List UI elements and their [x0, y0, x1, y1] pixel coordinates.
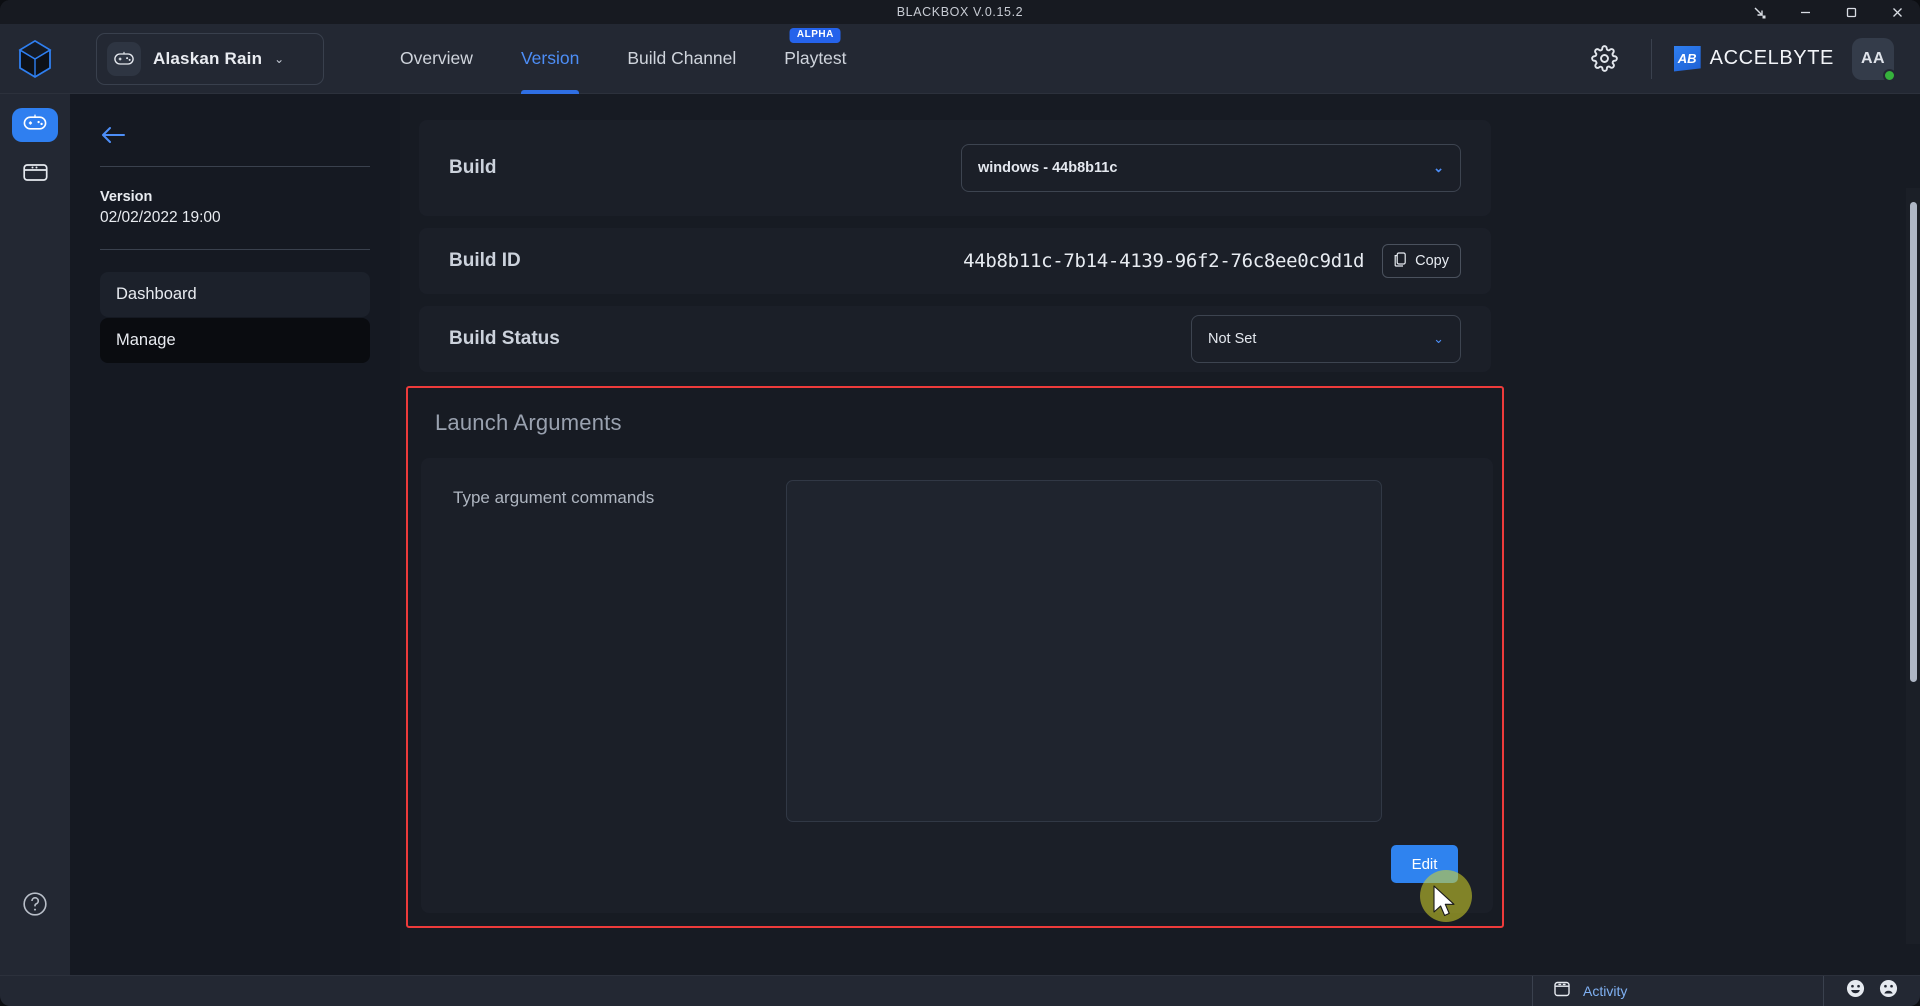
- app-window: BLACKBOX V.0.15.2 Alaskan Rain ⌄ Overvie…: [0, 0, 1920, 1006]
- copy-button[interactable]: Copy: [1382, 244, 1461, 278]
- sidebar-section-label: Version: [100, 189, 153, 205]
- happy-face-icon[interactable]: [1846, 979, 1865, 1003]
- panel-icon: [1553, 980, 1571, 1003]
- brand-logo: AB ACCELBYTE: [1673, 45, 1834, 72]
- tab-build-channel-label: Build Channel: [627, 48, 737, 68]
- chevron-down-icon: ⌄: [1433, 331, 1444, 346]
- accelbyte-mark-icon: AB: [1673, 45, 1701, 72]
- app-switcher[interactable]: Alaskan Rain ⌄: [96, 32, 324, 85]
- sidebar-divider-bottom: [100, 249, 370, 250]
- header-actions: AB ACCELBYTE AA: [1581, 24, 1920, 94]
- window-controls: [1736, 0, 1920, 24]
- restore-down-icon[interactable]: [1736, 0, 1782, 24]
- help-circle-icon: [22, 891, 48, 922]
- app-switcher-label: Alaskan Rain: [153, 48, 263, 68]
- header-divider: [1650, 38, 1652, 79]
- main-scrollbar[interactable]: [1906, 188, 1920, 944]
- copy-icon: [1394, 251, 1408, 271]
- status-feedback: [1824, 976, 1920, 1006]
- minimize-icon[interactable]: [1782, 0, 1828, 24]
- tab-overview[interactable]: Overview: [376, 24, 497, 94]
- maximize-icon[interactable]: [1828, 0, 1874, 24]
- sidebar-item-manage[interactable]: Manage: [100, 318, 370, 363]
- sidebar-menu: Dashboard Manage: [100, 272, 370, 363]
- build-id-card: Build ID 44b8b11c-7b14-4139-96f2-76c8ee0…: [419, 228, 1491, 294]
- tab-overview-label: Overview: [400, 48, 473, 68]
- status-bar: Activity: [0, 975, 1920, 1006]
- chevron-down-icon: ⌄: [1433, 160, 1444, 175]
- sidebar-section-value: 02/02/2022 19:00: [100, 209, 221, 226]
- build-id-value: 44b8b11c-7b14-4139-96f2-76c8ee0c9d1d: [963, 250, 1365, 272]
- sidebar-item-dashboard[interactable]: Dashboard: [100, 272, 370, 317]
- build-status-value: Not Set: [1208, 331, 1257, 347]
- sidebar-item-manage-label: Manage: [116, 331, 176, 349]
- main-scrollbar-thumb[interactable]: [1910, 202, 1917, 682]
- tab-build-channel[interactable]: Build Channel: [603, 24, 760, 94]
- close-icon[interactable]: [1874, 0, 1920, 24]
- launch-arguments-title: Launch Arguments: [435, 410, 622, 435]
- main-content: Build windows - 44b8b11c ⌄ Build ID 44b8…: [400, 94, 1920, 975]
- launch-arguments-field-label: Type argument commands: [453, 488, 655, 507]
- rail-item-builds[interactable]: [12, 158, 58, 192]
- build-card: Build windows - 44b8b11c ⌄: [419, 120, 1491, 216]
- build-label: Build: [449, 157, 497, 178]
- status-activity-label: Activity: [1583, 983, 1628, 999]
- brand-name: ACCELBYTE: [1709, 47, 1834, 69]
- sidebar-divider-top: [100, 166, 370, 167]
- build-select[interactable]: windows - 44b8b11c ⌄: [961, 144, 1461, 192]
- launch-arguments-highlight: Launch Arguments Type argument commands …: [406, 386, 1504, 928]
- back-arrow-icon[interactable]: [100, 120, 130, 150]
- secondary-sidebar: Version 02/02/2022 19:00 Dashboard Manag…: [70, 94, 400, 975]
- build-status-label: Build Status: [449, 328, 560, 349]
- cube-logo-icon: [0, 24, 70, 94]
- title-bar: BLACKBOX V.0.15.2: [0, 0, 1920, 24]
- alpha-badge: ALPHA: [789, 27, 841, 43]
- tab-playtest-label: Playtest: [784, 48, 847, 68]
- rail-item-help[interactable]: [12, 889, 58, 923]
- tab-version-label: Version: [520, 48, 580, 68]
- gamepad-icon: [107, 41, 141, 76]
- left-rail: [0, 94, 70, 975]
- window-title: BLACKBOX V.0.15.2: [896, 5, 1024, 19]
- build-id-label: Build ID: [449, 250, 521, 271]
- build-select-value: windows - 44b8b11c: [978, 160, 1118, 176]
- app-header: Alaskan Rain ⌄ Overview Version Build Ch…: [0, 24, 1920, 94]
- edit-button[interactable]: Edit: [1391, 845, 1458, 883]
- gear-icon[interactable]: [1581, 35, 1629, 83]
- avatar[interactable]: AA: [1852, 37, 1896, 82]
- status-dot: [1883, 68, 1896, 82]
- main-nav: Overview Version Build Channel ALPHA Pla…: [376, 24, 871, 94]
- build-status-select[interactable]: Not Set ⌄: [1191, 315, 1461, 363]
- tab-playtest[interactable]: ALPHA Playtest: [760, 24, 870, 94]
- tab-version[interactable]: Version: [497, 24, 603, 94]
- window-icon: [22, 163, 48, 187]
- sad-face-icon[interactable]: [1879, 979, 1898, 1003]
- launch-arguments-card: Type argument commands Edit: [421, 458, 1493, 913]
- copy-label: Copy: [1415, 253, 1449, 269]
- rail-item-games[interactable]: [12, 108, 58, 142]
- chevron-down-icon: ⌄: [274, 51, 285, 66]
- gamepad-icon: [23, 114, 47, 137]
- edit-button-label: Edit: [1411, 855, 1438, 873]
- status-activity[interactable]: Activity: [1533, 976, 1823, 1006]
- sidebar-item-dashboard-label: Dashboard: [116, 285, 197, 303]
- launch-arguments-textarea[interactable]: [786, 480, 1382, 822]
- build-status-card: Build Status Not Set ⌄: [419, 306, 1491, 372]
